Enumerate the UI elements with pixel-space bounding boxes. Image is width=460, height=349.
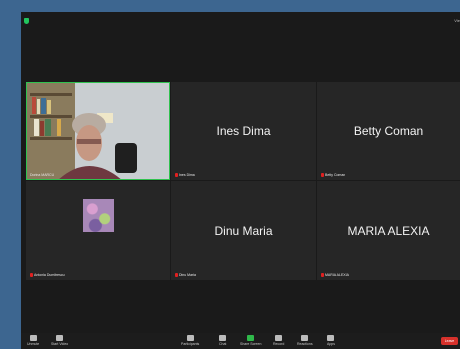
share-screen-icon bbox=[247, 335, 255, 341]
participant-tile[interactable]: Dorina MARCU bbox=[26, 82, 170, 180]
participant-label: MARIA ALEXIA bbox=[321, 273, 349, 277]
start-video-button[interactable]: Start Video bbox=[51, 335, 68, 346]
participant-name: Betty Coman bbox=[353, 124, 424, 138]
muted-mic-icon bbox=[30, 273, 33, 277]
participant-tile[interactable]: MARIA ALEXIA MARIA ALEXIA bbox=[317, 181, 460, 280]
chat-button[interactable]: Chat bbox=[219, 335, 226, 346]
video-camera-icon bbox=[56, 335, 64, 341]
participants-icon bbox=[186, 335, 194, 341]
microphone-icon bbox=[29, 335, 37, 341]
reactions-icon bbox=[301, 335, 309, 341]
share-screen-button[interactable]: Share Screen bbox=[240, 335, 261, 346]
participant-label: Dinu Maria bbox=[175, 273, 196, 277]
muted-mic-icon bbox=[321, 173, 324, 177]
reactions-button[interactable]: Reactions bbox=[297, 335, 313, 346]
security-shield-icon[interactable] bbox=[24, 18, 29, 24]
participant-name: Ines Dima bbox=[216, 124, 271, 138]
participants-button[interactable]: Participants bbox=[181, 335, 199, 346]
participant-label: Dorina MARCU bbox=[30, 173, 55, 177]
unmute-button[interactable]: Unmute bbox=[27, 335, 39, 346]
participant-tile[interactable]: Ines Dima Ines Dima bbox=[171, 82, 316, 180]
view-button[interactable]: Vie bbox=[454, 18, 460, 23]
muted-mic-icon bbox=[175, 273, 178, 277]
participant-label: Ines Dima bbox=[175, 173, 195, 177]
participant-tile[interactable]: Dinu Maria Dinu Maria bbox=[171, 181, 316, 280]
apps-icon bbox=[327, 335, 335, 341]
participant-name: MARIA ALEXIA bbox=[347, 223, 430, 238]
meeting-toolbar: Unmute Start Video Participants Chat Sha… bbox=[21, 333, 460, 349]
participant-label: Antonia Dumitrescu bbox=[30, 273, 65, 277]
record-button[interactable]: Record bbox=[273, 335, 284, 346]
participant-video bbox=[27, 83, 169, 179]
participant-tile[interactable]: Betty Coman Betty Coman bbox=[317, 82, 460, 180]
gallery-grid: Dorina MARCU Ines Dima Ines Dima Betty C… bbox=[26, 82, 460, 292]
muted-mic-icon bbox=[321, 273, 324, 277]
participant-name: Dinu Maria bbox=[214, 223, 273, 238]
zoom-meeting-window: Vie Dorina MARCU Ines Dima Ines Dima Bet… bbox=[21, 12, 460, 349]
apps-button[interactable]: Apps bbox=[327, 335, 335, 346]
top-bar: Vie bbox=[21, 12, 460, 30]
muted-mic-icon bbox=[175, 173, 178, 177]
leave-button[interactable]: Leave bbox=[441, 337, 458, 345]
participant-tile[interactable]: Antonia Dumitrescu bbox=[26, 181, 170, 280]
record-icon bbox=[275, 335, 283, 341]
participant-label: Betty Coman bbox=[321, 173, 345, 177]
chat-icon bbox=[219, 335, 227, 341]
participant-profile-picture bbox=[83, 199, 114, 232]
